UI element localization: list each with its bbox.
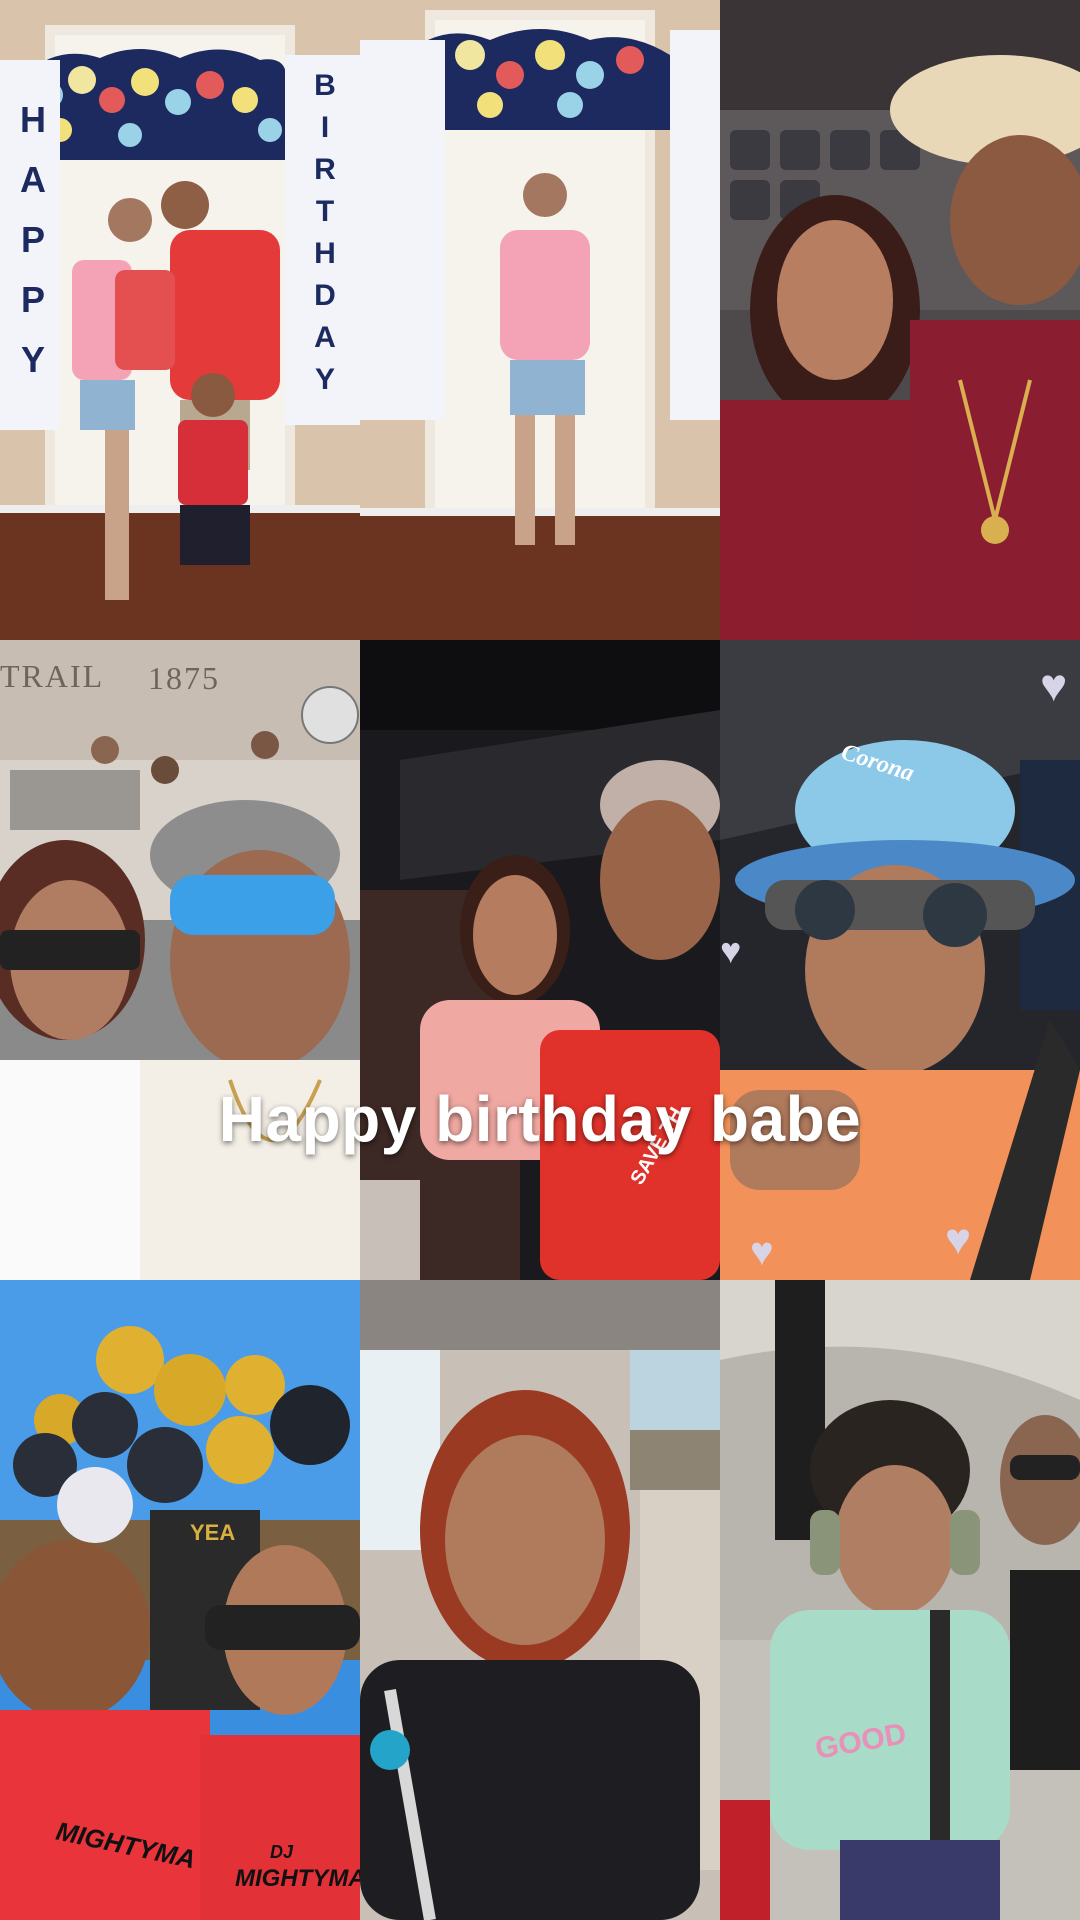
- banner-letter-b: B: [314, 69, 336, 102]
- banner-letter-r: R: [314, 153, 336, 186]
- wall-inscription-year: 1875: [148, 660, 220, 696]
- party-sign-text: YEA: [190, 1520, 236, 1545]
- banner-letter-p: P: [20, 219, 45, 260]
- banner-letter-y: Y: [20, 339, 45, 380]
- heart-icon: ♥: [1040, 659, 1068, 711]
- photo-woman-birthday-door: [360, 0, 720, 640]
- banner-letter-t: T: [315, 195, 335, 228]
- photo-couple-theater-selfie: [720, 0, 1080, 640]
- banner-letter-p2: P: [20, 279, 45, 320]
- birthday-banner: B I R T H D A Y: [305, 65, 345, 401]
- caption-overlay: Happy birthday babe: [218, 1083, 862, 1155]
- shirt-print-dj: DJ: [270, 1842, 294, 1862]
- photo-helicopter-kid: GOOD: [720, 1280, 1080, 1920]
- photo-woman-car-selfie: [360, 1280, 720, 1920]
- wall-inscription-word: TRAIL: [0, 658, 105, 694]
- photo-couple-dark-booth: SAVE TH: [360, 640, 720, 1280]
- photo-family-birthday-door: H A P P Y B I R T H D A Y: [0, 0, 360, 640]
- photo-couple-outdoor-selfie: TRAIL 1875: [0, 640, 360, 1280]
- photo-woman-bucket-hat: Corona ♥ ♥ ♥ ♥: [720, 640, 1080, 1280]
- banner-letter-a: A: [20, 159, 46, 200]
- photo-couple-balloons: YEA MIGHTYMA DJ MIGHTYMA: [0, 1280, 360, 1920]
- banner-letter-h2: H: [314, 237, 336, 270]
- shirt-print-mighty-right: MIGHTYMA: [235, 1865, 360, 1892]
- happy-banner: H A P P Y: [8, 90, 58, 390]
- heart-icon: ♥: [945, 1215, 972, 1264]
- banner-letter-d: D: [314, 279, 336, 312]
- heart-icon: ♥: [720, 930, 742, 971]
- banner-letter-h: H: [20, 99, 46, 140]
- heart-icon: ♥: [750, 1230, 774, 1274]
- banner-letter-i: I: [320, 111, 330, 144]
- banner-letter-y2: Y: [314, 363, 335, 396]
- banner-letter-a2: A: [314, 321, 336, 354]
- photo-collage-grid: H A P P Y B I R T H D A Y TRAIL 1875 SAV…: [0, 0, 1080, 1920]
